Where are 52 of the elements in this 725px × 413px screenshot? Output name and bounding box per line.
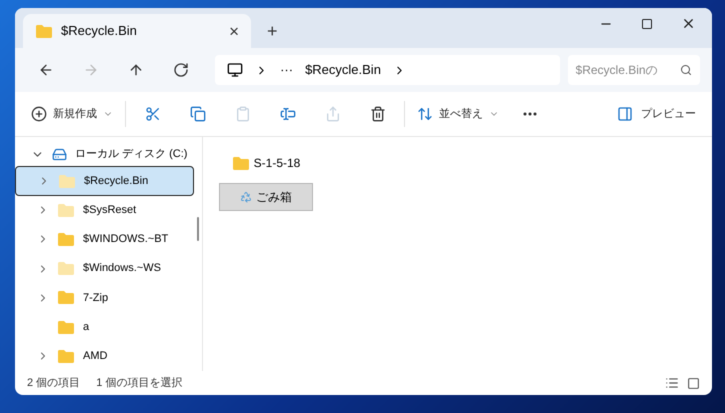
refresh-icon: [172, 62, 189, 78]
arrow-right-icon: [82, 62, 99, 78]
folder-tree-item[interactable]: $WINDOWS.~BT: [15, 224, 194, 254]
maximize-icon[interactable]: [641, 18, 653, 30]
folder-icon: [57, 261, 75, 276]
folder-icon: [57, 320, 75, 335]
sort-icon: [417, 106, 433, 122]
scissors-icon: [144, 106, 160, 122]
close-icon[interactable]: [681, 16, 696, 31]
recycle-bin-icon: [240, 191, 252, 203]
panel-icon: [617, 106, 633, 122]
drive-tree-item[interactable]: ローカル ディスク (C:): [15, 143, 194, 166]
new-tab-button[interactable]: +: [267, 22, 278, 40]
address-bar[interactable]: ··· $Recycle.Bin: [215, 55, 560, 85]
search-field[interactable]: $Recycle.Binの: [568, 55, 700, 85]
folder-icon: [58, 174, 76, 189]
tiles-view-icon[interactable]: [687, 376, 700, 390]
file-item[interactable]: S-1-5-18: [219, 149, 313, 177]
plus-circle-icon: [31, 106, 47, 122]
folder-icon: [57, 290, 75, 306]
close-tab-button[interactable]: ×: [229, 22, 239, 40]
folder-icon: [57, 232, 75, 247]
folder-icon: [57, 202, 75, 218]
details-view-icon[interactable]: [665, 376, 679, 390]
folder-tree-item[interactable]: 7-Zip: [15, 283, 194, 313]
folder-tab[interactable]: $Recycle.Bin ×: [23, 14, 251, 48]
folder-tree-item[interactable]: $Recycle.Bin: [15, 166, 194, 196]
trash-icon: [370, 106, 386, 122]
clipboard-icon: [234, 106, 250, 122]
folder-tree-item[interactable]: a: [15, 312, 194, 342]
drive-icon: [52, 147, 67, 162]
new-button[interactable]: 新規作成: [23, 99, 121, 129]
folder-icon: [232, 156, 250, 170]
copy-icon: [190, 106, 206, 122]
folder-tree-item[interactable]: $SysReset: [15, 196, 194, 225]
folder-icon: [35, 24, 53, 38]
more-icon: [522, 112, 536, 116]
selection-count: 1 個の項目を選択: [96, 376, 182, 391]
computer-icon: [227, 62, 244, 78]
sort-button[interactable]: 並べ替え: [409, 99, 507, 129]
search-icon: [680, 64, 692, 76]
scrollbar-thumb[interactable]: [197, 217, 199, 241]
file-item[interactable]: ごみ箱: [219, 183, 313, 211]
item-count: 2 個の項目: [27, 376, 80, 391]
rename-icon: [280, 106, 296, 122]
breadcrumb-more[interactable]: ···: [280, 60, 294, 80]
folder-tree-item[interactable]: $Windows.~WS: [15, 254, 194, 284]
preview-button[interactable]: プレビュー: [617, 106, 704, 122]
folder-tree-item[interactable]: AMD: [15, 342, 194, 371]
share-icon: [324, 106, 340, 122]
folder-icon: [57, 348, 75, 364]
breadcrumb-segment[interactable]: $Recycle.Bin: [305, 60, 381, 80]
